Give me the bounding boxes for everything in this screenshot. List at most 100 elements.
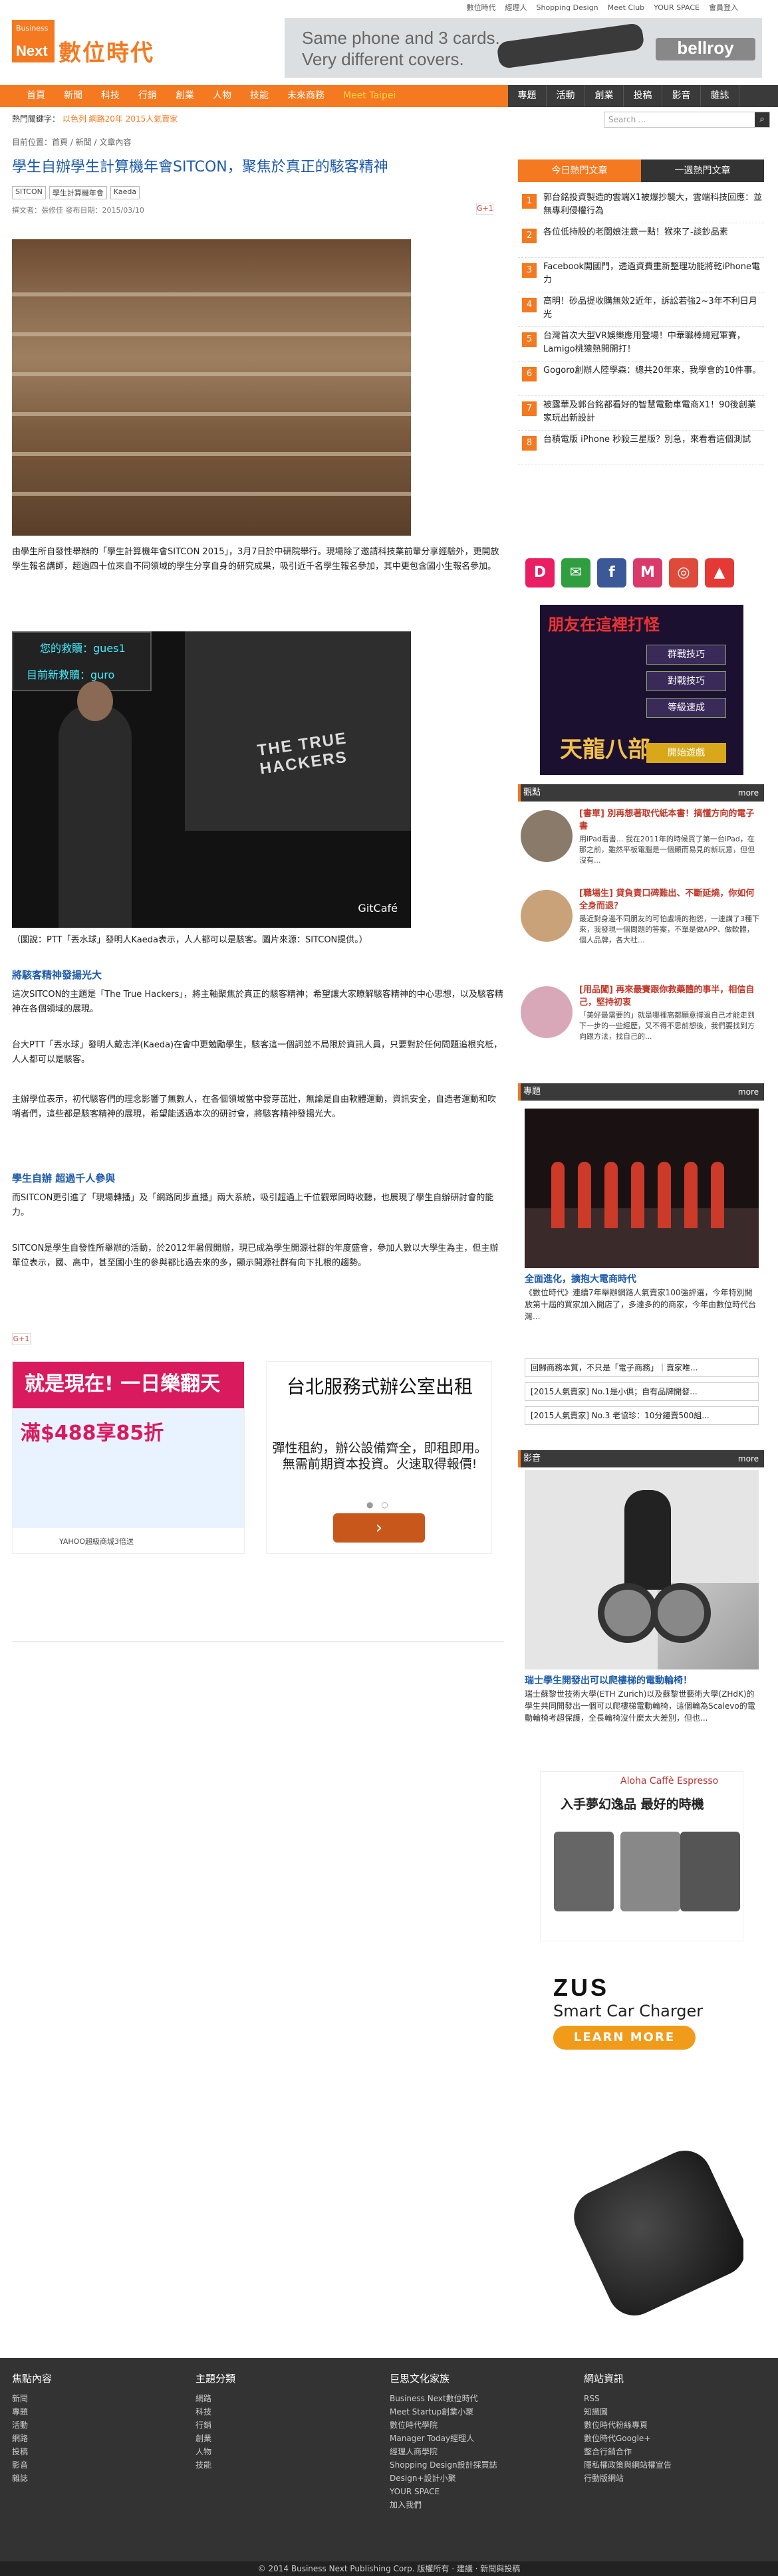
nav-marketing[interactable]: 行銷 bbox=[129, 85, 166, 107]
footer-link[interactable]: 雜誌 bbox=[12, 2472, 52, 2485]
footer-link[interactable]: 網路 bbox=[195, 2392, 235, 2405]
list-item[interactable]: 1 郭台銘投資製造的雲端X1被爆抄襲大，雲端科技回應：並無專利侵權行為 bbox=[518, 189, 764, 223]
footer-link[interactable]: 數位時代學院 bbox=[390, 2418, 497, 2432]
game-option[interactable]: 對戰技巧 bbox=[646, 671, 726, 691]
toplink-yourspace[interactable]: YOUR SPACE bbox=[654, 3, 700, 12]
learn-more-button[interactable]: LEARN MORE bbox=[553, 2026, 696, 2050]
nav-startup2[interactable]: 創業 bbox=[585, 85, 624, 107]
toplink-sd[interactable]: Shopping Design bbox=[536, 3, 598, 12]
social-icon[interactable]: D bbox=[525, 558, 555, 588]
footer-link[interactable]: 新聞 bbox=[12, 2392, 52, 2405]
coffee-ad[interactable]: Aloha Caffè Espresso 入手夢幻逸品 最好的時機 bbox=[540, 1771, 743, 1941]
list-item[interactable]: 8 台積電版 iPhone 秒殺三星版？別急，來看看這個測試 bbox=[518, 431, 764, 465]
game-option[interactable]: 等級速成 bbox=[646, 698, 726, 718]
nav-people[interactable]: 人物 bbox=[203, 85, 241, 107]
nav-submit[interactable]: 投稿 bbox=[624, 85, 662, 107]
footer-link[interactable]: 人物 bbox=[195, 2445, 235, 2458]
nav-news[interactable]: 新聞 bbox=[55, 85, 92, 107]
video-title[interactable]: 瑞士學生開發出可以爬樓梯的電動輪椅！ bbox=[525, 1673, 692, 1687]
footer-link[interactable]: 隱私權政策與網站權宣告 bbox=[584, 2458, 672, 2472]
footer-link[interactable]: 投稿 bbox=[12, 2445, 52, 2458]
footer-link[interactable]: Design+設計小聚 bbox=[390, 2472, 497, 2485]
list-item[interactable]: 3 Facebook開國門，透過資費重新整理功能將乾iPhone電力 bbox=[518, 258, 764, 292]
nav-meet-taipei[interactable]: Meet Taipei bbox=[334, 85, 405, 107]
toplink-login[interactable]: 會員登入 bbox=[709, 2, 738, 13]
toplink-manager[interactable]: 經理人 bbox=[505, 2, 527, 13]
nav-home[interactable]: 首頁 bbox=[17, 85, 55, 107]
toplink-bnext[interactable]: 數位時代 bbox=[466, 2, 495, 13]
game-start-button[interactable]: 開始遊戲 bbox=[646, 743, 726, 763]
footer-link[interactable]: 創業 bbox=[195, 2432, 235, 2445]
nav-future-commerce[interactable]: 未來商務 bbox=[278, 85, 334, 107]
list-item[interactable]: 6 Gogoro創辦人陸學森：總共20年來，我學會的10件事。 bbox=[518, 362, 764, 396]
tab-week[interactable]: 一週熱門文章 bbox=[641, 160, 764, 182]
office-ad[interactable]: 台北服務式辦公室出租 彈性租約，辦公設備齊全，即租即用。無需前期資本投資。火速取… bbox=[266, 1361, 492, 1554]
list-item[interactable]: 7 被露華及郭台銘都看好的智慧電動車電商X1！90後創業家玩出新設計 bbox=[518, 396, 764, 431]
topic-link[interactable]: 回歸商務本質，不只是「電子商務」｜賣家唯... bbox=[525, 1358, 759, 1377]
footer-link[interactable]: 知識圖 bbox=[584, 2405, 672, 2418]
topic-link[interactable]: [2015人氣賣家] No.1是小俱；自有品牌開發... bbox=[525, 1382, 759, 1401]
topic-photo[interactable] bbox=[525, 1109, 759, 1268]
footer-link[interactable]: RSS bbox=[584, 2392, 672, 2405]
footer-link[interactable]: YOUR SPACE bbox=[390, 2485, 497, 2498]
list-item[interactable]: 4 高明！砂品提收購無效2近年，訴訟若強2~3年不利日月光 bbox=[518, 292, 764, 327]
footer-link[interactable]: 經理人商學院 bbox=[390, 2445, 497, 2458]
wheelchair-photo[interactable] bbox=[525, 1470, 759, 1669]
toplink-meetclub[interactable]: Meet Club bbox=[608, 3, 645, 12]
topic-title[interactable]: 全面進化，擴抱大電商時代 bbox=[525, 1272, 636, 1285]
tag[interactable]: Kaeda bbox=[110, 186, 140, 199]
more-link[interactable]: more bbox=[738, 1083, 759, 1101]
nav-video[interactable]: 影音 bbox=[662, 85, 701, 107]
list-item[interactable]: 2 各位低持股的老闆娘注意一點！猴來了-談鈔品素 bbox=[518, 223, 764, 258]
medium-icon[interactable]: M bbox=[633, 558, 662, 588]
footer-link[interactable]: 網路 bbox=[12, 2432, 52, 2445]
tag[interactable]: SITCON bbox=[12, 186, 46, 199]
opinion-title[interactable]: [用品闖] 再來最賽跟你救藥體的事半，相信自己，堅持初衷 bbox=[579, 984, 760, 1009]
footer-link[interactable]: 行銷 bbox=[195, 2418, 235, 2432]
footer-link[interactable]: 數位時代Google+ bbox=[584, 2432, 672, 2445]
footer-link[interactable]: 影音 bbox=[12, 2458, 52, 2472]
nav-magazine[interactable]: 雜誌 bbox=[701, 85, 739, 107]
nav-startup[interactable]: 創業 bbox=[166, 85, 203, 107]
search-icon[interactable]: ⌕ bbox=[755, 112, 769, 127]
game-option[interactable]: 群戰技巧 bbox=[646, 645, 726, 665]
zus-ad[interactable]: ZUS Smart Car Charger LEARN MORE bbox=[540, 1967, 743, 2343]
ad2-next-button[interactable]: › bbox=[333, 1513, 425, 1543]
footer-link[interactable]: 整合行銷合作 bbox=[584, 2445, 672, 2458]
footer-link[interactable]: 活動 bbox=[12, 2418, 52, 2432]
footer-link[interactable]: 行動版網站 bbox=[584, 2472, 672, 2485]
topic-link[interactable]: [2015人氣賣家] No.3 老協珍：10分鐘賣500組... bbox=[525, 1406, 759, 1425]
opinion-title[interactable]: [職場生] 貸負責口碑難出、不斷延燒，你如何全身而退？ bbox=[579, 887, 760, 912]
hot-words[interactable]: 以色列 網路20年 2015人氣賣家 bbox=[63, 114, 178, 124]
nav-skills[interactable]: 技能 bbox=[241, 85, 278, 107]
newsletter-icon[interactable]: ✉ bbox=[561, 558, 590, 588]
gplus-icon[interactable]: G+1 bbox=[476, 203, 493, 215]
game-ad[interactable]: 朋友在這裡打怪 群戰技巧 對戰技巧 等級速成 天龍八部 開始遊戲 bbox=[540, 605, 743, 775]
tab-today[interactable]: 今日熱門文章 bbox=[518, 160, 641, 182]
more-link[interactable]: more bbox=[738, 1450, 759, 1467]
footer-link[interactable]: Business Next數位時代 bbox=[390, 2392, 497, 2405]
list-item[interactable]: 5 台灣首次大型VR娛樂應用登場！中華職棒總冠軍賽，Lamigo桃猿熱開開打！ bbox=[518, 327, 764, 362]
footer-link[interactable]: 技能 bbox=[195, 2458, 235, 2472]
footer-link[interactable]: Meet Startup創業小聚 bbox=[390, 2405, 497, 2418]
search-input[interactable]: Search ... ⌕ bbox=[604, 112, 770, 128]
site-logo[interactable]: Business Next 數位時代 bbox=[12, 20, 158, 72]
footer-link[interactable]: 專題 bbox=[12, 2405, 52, 2418]
user-icon[interactable]: ▲ bbox=[705, 558, 734, 588]
footer-link[interactable]: 數位時代粉絲專頁 bbox=[584, 2418, 672, 2432]
nav-tech[interactable]: 科技 bbox=[92, 85, 129, 107]
gplus-icon[interactable]: G+1 bbox=[12, 1333, 31, 1345]
opinion-title[interactable]: [書單] 別再想著取代紙本書！搞懂方向的電子書 bbox=[579, 807, 760, 833]
nav-topic[interactable]: 專題 bbox=[508, 85, 547, 107]
facebook-icon[interactable]: f bbox=[597, 558, 626, 588]
more-link[interactable]: more bbox=[738, 784, 759, 802]
nav-event[interactable]: 活動 bbox=[547, 85, 585, 107]
footer-link[interactable]: Shopping Design設計採買誌 bbox=[390, 2458, 497, 2472]
tag[interactable]: 學生計算機年會 bbox=[49, 186, 107, 199]
footer-link[interactable]: 加入我們 bbox=[390, 2498, 497, 2512]
footer-link[interactable]: Manager Today經理人 bbox=[390, 2432, 497, 2445]
header-ad[interactable]: Same phone and 3 cards. Very different co… bbox=[285, 18, 762, 78]
weibo-icon[interactable]: ◎ bbox=[669, 558, 698, 588]
watsons-ad[interactable]: 就是現在! 一日樂翻天 滿$488享85折 YAHOO超級商城3倍送 bbox=[12, 1361, 245, 1554]
footer-link[interactable]: 科技 bbox=[195, 2405, 235, 2418]
